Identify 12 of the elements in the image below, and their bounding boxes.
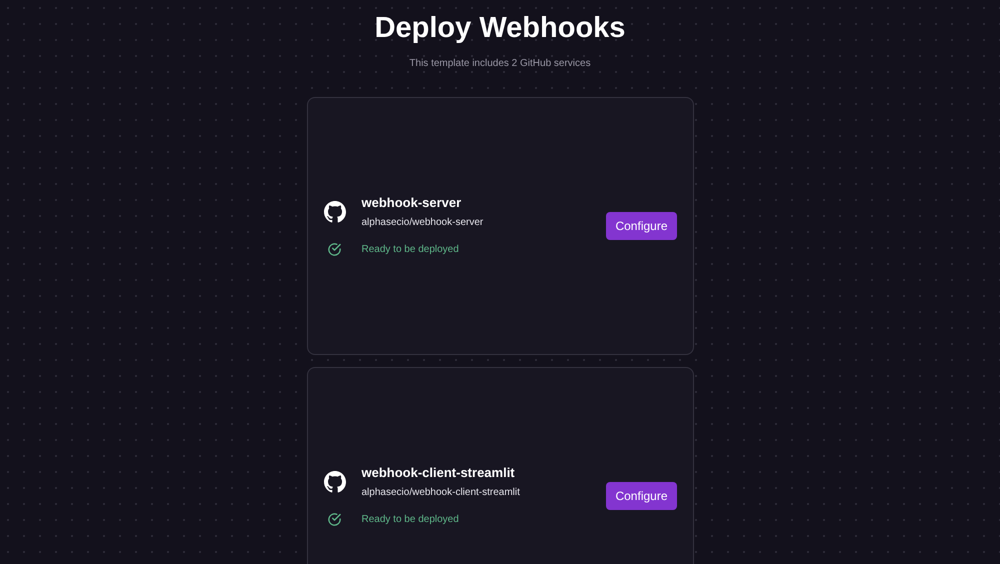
status-text: Ready to be deployed [362,244,460,255]
repository-path: alphasecio/webhook-client-streamlit [362,487,520,498]
github-icon [324,470,346,492]
repository-path: alphasecio/webhook-server [362,217,484,228]
service-name: webhook-server [362,195,462,210]
page-subtitle: This template includes 2 GitHub services [409,58,591,69]
github-icon [324,200,346,222]
page-title: Deploy Webhooks [374,11,626,46]
status-text: Ready to be deployed [362,514,460,525]
service-name: webhook-client-streamlit [362,465,516,480]
configure-button[interactable]: Configure [606,212,676,240]
configure-button[interactable]: Configure [606,482,676,510]
